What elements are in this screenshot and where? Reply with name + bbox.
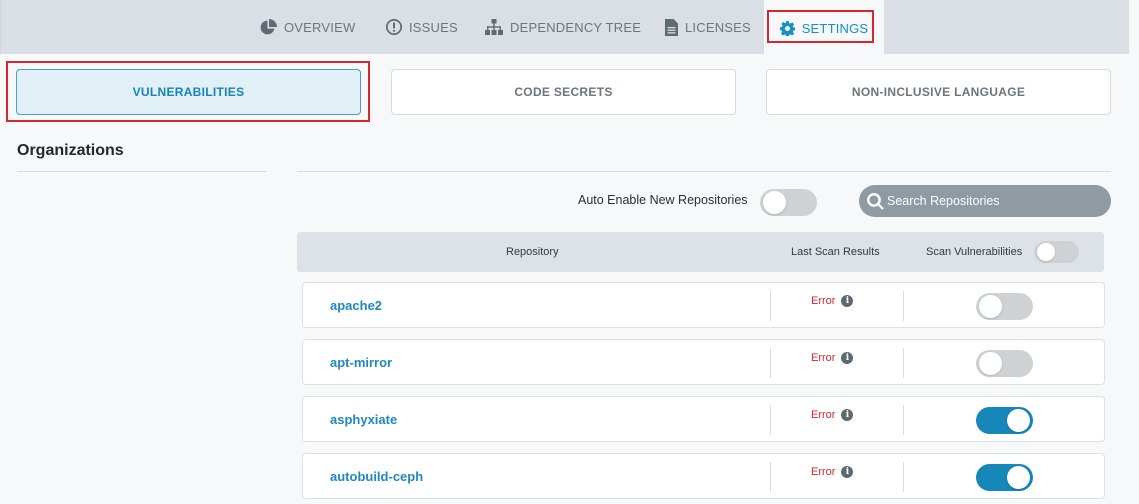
repository-link[interactable]: asphyxiate	[330, 412, 397, 427]
table-header: Repository Last Scan Results Scan Vulner…	[297, 232, 1104, 272]
pie-chart-icon	[260, 18, 277, 34]
main-divider	[297, 171, 1111, 172]
auto-enable-toggle[interactable]	[760, 189, 817, 216]
scan-vulnerabilities-toggle[interactable]	[976, 407, 1033, 434]
non-inclusive-language-button[interactable]: NON-INCLUSIVE LANGUAGE	[766, 69, 1111, 115]
code-secrets-button[interactable]: CODE SECRETS	[391, 69, 736, 115]
column-divider	[903, 462, 904, 492]
toggle-knob	[1007, 409, 1030, 432]
error-text: Error	[811, 295, 836, 307]
toggle-knob	[979, 295, 1002, 318]
organizations-heading: Organizations	[17, 142, 124, 159]
header-scan-vulnerabilities: Scan Vulnerabilities	[926, 246, 1023, 258]
organizations-divider	[17, 171, 267, 172]
column-divider	[903, 291, 904, 321]
header-repository: Repository	[506, 246, 559, 258]
tab-overview[interactable]: OVERVIEW	[260, 0, 355, 54]
tab-licenses[interactable]: LICENSES	[665, 0, 751, 54]
repository-link[interactable]: apache2	[330, 298, 382, 313]
toggle-knob	[1037, 243, 1055, 261]
scan-vulnerabilities-toggle[interactable]	[976, 293, 1033, 320]
scan-result: Error i	[811, 295, 854, 307]
toggle-knob	[979, 352, 1002, 375]
column-divider	[770, 462, 771, 492]
tab-label: DEPENDENCY TREE	[510, 19, 642, 35]
toggle-knob	[763, 191, 786, 214]
vulnerabilities-highlight-box	[6, 61, 370, 122]
info-icon[interactable]: i	[841, 466, 854, 478]
table-row: asphyxiate Error i	[302, 396, 1105, 442]
settings-highlight-box	[767, 10, 874, 43]
info-icon[interactable]: i	[841, 409, 854, 421]
scan-result: Error i	[811, 352, 854, 364]
info-icon[interactable]: i	[841, 295, 854, 307]
table-row: apache2 Error i	[302, 282, 1105, 328]
column-divider	[903, 405, 904, 435]
search-placeholder: Search Repositories	[887, 194, 1000, 208]
tab-label: ISSUES	[409, 19, 458, 35]
column-divider	[770, 291, 771, 321]
header-last-scan: Last Scan Results	[791, 246, 880, 258]
error-text: Error	[811, 352, 836, 364]
search-repositories-input[interactable]: Search Repositories	[859, 185, 1111, 217]
tab-label: OVERVIEW	[284, 19, 356, 35]
scan-result: Error i	[811, 466, 854, 478]
tab-issues[interactable]: ISSUES	[386, 0, 458, 54]
exclamation-circle-icon	[386, 19, 402, 35]
column-divider	[770, 348, 771, 378]
info-icon[interactable]: i	[841, 352, 854, 364]
auto-enable-label: Auto Enable New Repositories	[578, 193, 748, 207]
scan-vulnerabilities-toggle[interactable]	[976, 350, 1033, 377]
column-divider	[903, 348, 904, 378]
scan-result: Error i	[811, 409, 854, 421]
sitemap-icon	[485, 19, 503, 35]
scan-vulnerabilities-toggle[interactable]	[976, 464, 1033, 491]
top-tab-bar: OVERVIEW ISSUES DEPENDENCY TREE LICENSES…	[0, 0, 1129, 56]
column-divider	[770, 405, 771, 435]
table-row: autobuild-ceph Error i	[302, 453, 1105, 499]
error-text: Error	[811, 409, 836, 421]
toggle-knob	[1007, 466, 1030, 489]
error-text: Error	[811, 466, 836, 478]
tab-dependency-tree[interactable]: DEPENDENCY TREE	[485, 0, 641, 54]
document-icon	[665, 18, 678, 36]
tab-label: LICENSES	[685, 19, 751, 35]
repository-link[interactable]: autobuild-ceph	[330, 469, 423, 484]
scan-all-toggle[interactable]	[1034, 241, 1079, 263]
search-icon	[867, 192, 884, 210]
table-row: apt-mirror Error i	[302, 339, 1105, 385]
repository-link[interactable]: apt-mirror	[330, 355, 392, 370]
